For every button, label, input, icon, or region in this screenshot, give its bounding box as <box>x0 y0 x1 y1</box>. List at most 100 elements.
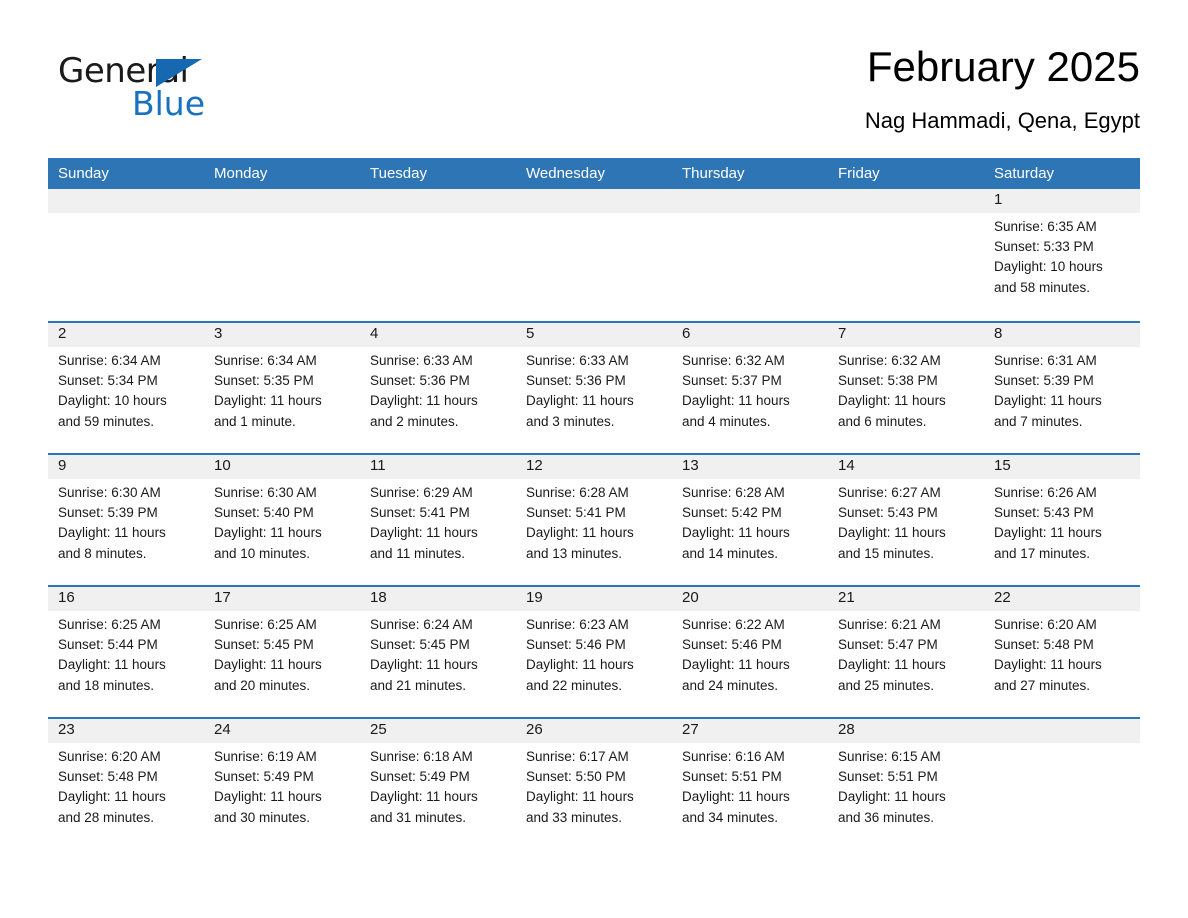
sunrise-text: Sunrise: 6:20 AM <box>58 749 161 764</box>
general-blue-logo[interactable]: General Blue <box>58 52 278 132</box>
title-block: February 2025 Nag Hammadi, Qena, Egypt <box>440 40 1140 136</box>
day-cell[interactable] <box>204 189 360 321</box>
day-number: 22 <box>994 589 1011 606</box>
week-row: 1 Sunrise: 6:35 AM Sunset: 5:33 PM Dayli… <box>48 189 1140 321</box>
day-number: 6 <box>682 325 691 342</box>
sunset-text: Sunset: 5:49 PM <box>370 769 470 785</box>
day-cell[interactable]: 9 Sunrise: 6:30 AM Sunset: 5:39 PM Dayli… <box>48 455 204 585</box>
day-cell[interactable]: 27 Sunrise: 6:16 AM Sunset: 5:51 PM Dayl… <box>672 719 828 849</box>
day-cell[interactable]: 22 Sunrise: 6:20 AM Sunset: 5:48 PM Dayl… <box>984 587 1140 717</box>
day-cell[interactable] <box>984 719 1140 849</box>
daylight-text: Daylight: 11 hours and 7 minutes. <box>994 393 1102 429</box>
week-row: 9 Sunrise: 6:30 AM Sunset: 5:39 PM Dayli… <box>48 453 1140 585</box>
daylight-text: Daylight: 11 hours and 21 minutes. <box>370 657 478 693</box>
day-info: Sunrise: 6:26 AM Sunset: 5:43 PM Dayligh… <box>994 483 1134 564</box>
sunrise-text: Sunrise: 6:25 AM <box>58 617 161 632</box>
sunset-text: Sunset: 5:33 PM <box>994 239 1094 255</box>
day-cell[interactable]: 24 Sunrise: 6:19 AM Sunset: 5:49 PM Dayl… <box>204 719 360 849</box>
day-cell[interactable]: 12 Sunrise: 6:28 AM Sunset: 5:41 PM Dayl… <box>516 455 672 585</box>
daylight-text: Daylight: 11 hours and 10 minutes. <box>214 525 322 561</box>
day-number: 15 <box>994 457 1011 474</box>
daylight-text: Daylight: 11 hours and 36 minutes. <box>838 789 946 825</box>
day-cell[interactable]: 11 Sunrise: 6:29 AM Sunset: 5:41 PM Dayl… <box>360 455 516 585</box>
day-cell[interactable]: 3 Sunrise: 6:34 AM Sunset: 5:35 PM Dayli… <box>204 323 360 453</box>
sunrise-text: Sunrise: 6:27 AM <box>838 485 941 500</box>
day-cell[interactable]: 2 Sunrise: 6:34 AM Sunset: 5:34 PM Dayli… <box>48 323 204 453</box>
sunrise-text: Sunrise: 6:22 AM <box>682 617 785 632</box>
day-cell[interactable]: 4 Sunrise: 6:33 AM Sunset: 5:36 PM Dayli… <box>360 323 516 453</box>
day-number: 25 <box>370 721 387 738</box>
day-cell[interactable]: 28 Sunrise: 6:15 AM Sunset: 5:51 PM Dayl… <box>828 719 984 849</box>
weekday-header-wednesday: Wednesday <box>526 165 605 182</box>
daylight-text: Daylight: 11 hours and 15 minutes. <box>838 525 946 561</box>
day-cell[interactable]: 21 Sunrise: 6:21 AM Sunset: 5:47 PM Dayl… <box>828 587 984 717</box>
sunset-text: Sunset: 5:47 PM <box>838 637 938 653</box>
day-info: Sunrise: 6:20 AM Sunset: 5:48 PM Dayligh… <box>994 615 1134 696</box>
week-row: 23 Sunrise: 6:20 AM Sunset: 5:48 PM Dayl… <box>48 717 1140 849</box>
day-info: Sunrise: 6:31 AM Sunset: 5:39 PM Dayligh… <box>994 351 1134 432</box>
day-cell[interactable] <box>48 189 204 321</box>
day-cell[interactable]: 8 Sunrise: 6:31 AM Sunset: 5:39 PM Dayli… <box>984 323 1140 453</box>
day-cell[interactable]: 16 Sunrise: 6:25 AM Sunset: 5:44 PM Dayl… <box>48 587 204 717</box>
day-cell[interactable] <box>516 189 672 321</box>
calendar-page: General Blue February 2025 Nag Hammadi, … <box>0 0 1188 918</box>
day-number: 11 <box>370 457 386 474</box>
day-cell[interactable]: 15 Sunrise: 6:26 AM Sunset: 5:43 PM Dayl… <box>984 455 1140 585</box>
day-info: Sunrise: 6:30 AM Sunset: 5:40 PM Dayligh… <box>214 483 354 564</box>
day-info: Sunrise: 6:27 AM Sunset: 5:43 PM Dayligh… <box>838 483 978 564</box>
day-cell[interactable]: 18 Sunrise: 6:24 AM Sunset: 5:45 PM Dayl… <box>360 587 516 717</box>
day-cell[interactable]: 6 Sunrise: 6:32 AM Sunset: 5:37 PM Dayli… <box>672 323 828 453</box>
day-number <box>526 189 666 213</box>
day-cell[interactable]: 23 Sunrise: 6:20 AM Sunset: 5:48 PM Dayl… <box>48 719 204 849</box>
day-number: 8 <box>994 325 1003 342</box>
daylight-text: Daylight: 11 hours and 2 minutes. <box>370 393 478 429</box>
day-cell[interactable] <box>360 189 516 321</box>
day-info: Sunrise: 6:24 AM Sunset: 5:45 PM Dayligh… <box>370 615 510 696</box>
page-title: February 2025 <box>866 43 1140 90</box>
page-header: General Blue February 2025 Nag Hammadi, … <box>48 40 1140 150</box>
daylight-text: Daylight: 11 hours and 28 minutes. <box>58 789 166 825</box>
day-number <box>58 189 198 213</box>
day-cell[interactable]: 1 Sunrise: 6:35 AM Sunset: 5:33 PM Dayli… <box>984 189 1140 321</box>
day-cell[interactable]: 25 Sunrise: 6:18 AM Sunset: 5:49 PM Dayl… <box>360 719 516 849</box>
day-cell[interactable] <box>828 189 984 321</box>
sunset-text: Sunset: 5:50 PM <box>526 769 626 785</box>
daylight-text: Daylight: 11 hours and 30 minutes. <box>214 789 322 825</box>
day-cell[interactable]: 17 Sunrise: 6:25 AM Sunset: 5:45 PM Dayl… <box>204 587 360 717</box>
logo-text-blue: Blue <box>132 84 206 123</box>
day-cell[interactable]: 5 Sunrise: 6:33 AM Sunset: 5:36 PM Dayli… <box>516 323 672 453</box>
sunset-text: Sunset: 5:36 PM <box>526 373 626 389</box>
day-cell[interactable]: 26 Sunrise: 6:17 AM Sunset: 5:50 PM Dayl… <box>516 719 672 849</box>
sunset-text: Sunset: 5:39 PM <box>994 373 1094 389</box>
weekday-header-thursday: Thursday <box>682 165 745 182</box>
sunset-text: Sunset: 5:35 PM <box>214 373 314 389</box>
day-cell[interactable]: 19 Sunrise: 6:23 AM Sunset: 5:46 PM Dayl… <box>516 587 672 717</box>
day-cell[interactable]: 20 Sunrise: 6:22 AM Sunset: 5:46 PM Dayl… <box>672 587 828 717</box>
day-cell[interactable]: 10 Sunrise: 6:30 AM Sunset: 5:40 PM Dayl… <box>204 455 360 585</box>
weekday-header-row: Sunday Monday Tuesday Wednesday Thursday… <box>48 158 1140 189</box>
daylight-text: Daylight: 11 hours and 27 minutes. <box>994 657 1102 693</box>
sunrise-text: Sunrise: 6:16 AM <box>682 749 785 764</box>
sunrise-text: Sunrise: 6:29 AM <box>370 485 473 500</box>
daylight-text: Daylight: 11 hours and 18 minutes. <box>58 657 166 693</box>
day-cell[interactable] <box>672 189 828 321</box>
day-info: Sunrise: 6:19 AM Sunset: 5:49 PM Dayligh… <box>214 747 354 828</box>
sunset-text: Sunset: 5:46 PM <box>682 637 782 653</box>
day-info: Sunrise: 6:33 AM Sunset: 5:36 PM Dayligh… <box>526 351 666 432</box>
sunset-text: Sunset: 5:48 PM <box>994 637 1094 653</box>
day-info: Sunrise: 6:32 AM Sunset: 5:37 PM Dayligh… <box>682 351 822 432</box>
weekday-header-friday: Friday <box>838 165 880 182</box>
sunrise-text: Sunrise: 6:21 AM <box>838 617 941 632</box>
daylight-text: Daylight: 10 hours and 59 minutes. <box>58 393 167 429</box>
day-info: Sunrise: 6:28 AM Sunset: 5:42 PM Dayligh… <box>682 483 822 564</box>
day-number <box>682 189 822 213</box>
sunrise-text: Sunrise: 6:30 AM <box>214 485 317 500</box>
day-info: Sunrise: 6:28 AM Sunset: 5:41 PM Dayligh… <box>526 483 666 564</box>
day-number <box>994 719 1134 743</box>
day-cell[interactable]: 7 Sunrise: 6:32 AM Sunset: 5:38 PM Dayli… <box>828 323 984 453</box>
day-cell[interactable]: 13 Sunrise: 6:28 AM Sunset: 5:42 PM Dayl… <box>672 455 828 585</box>
daylight-text: Daylight: 11 hours and 22 minutes. <box>526 657 634 693</box>
day-cell[interactable]: 14 Sunrise: 6:27 AM Sunset: 5:43 PM Dayl… <box>828 455 984 585</box>
daylight-text: Daylight: 11 hours and 14 minutes. <box>682 525 790 561</box>
sunset-text: Sunset: 5:37 PM <box>682 373 782 389</box>
